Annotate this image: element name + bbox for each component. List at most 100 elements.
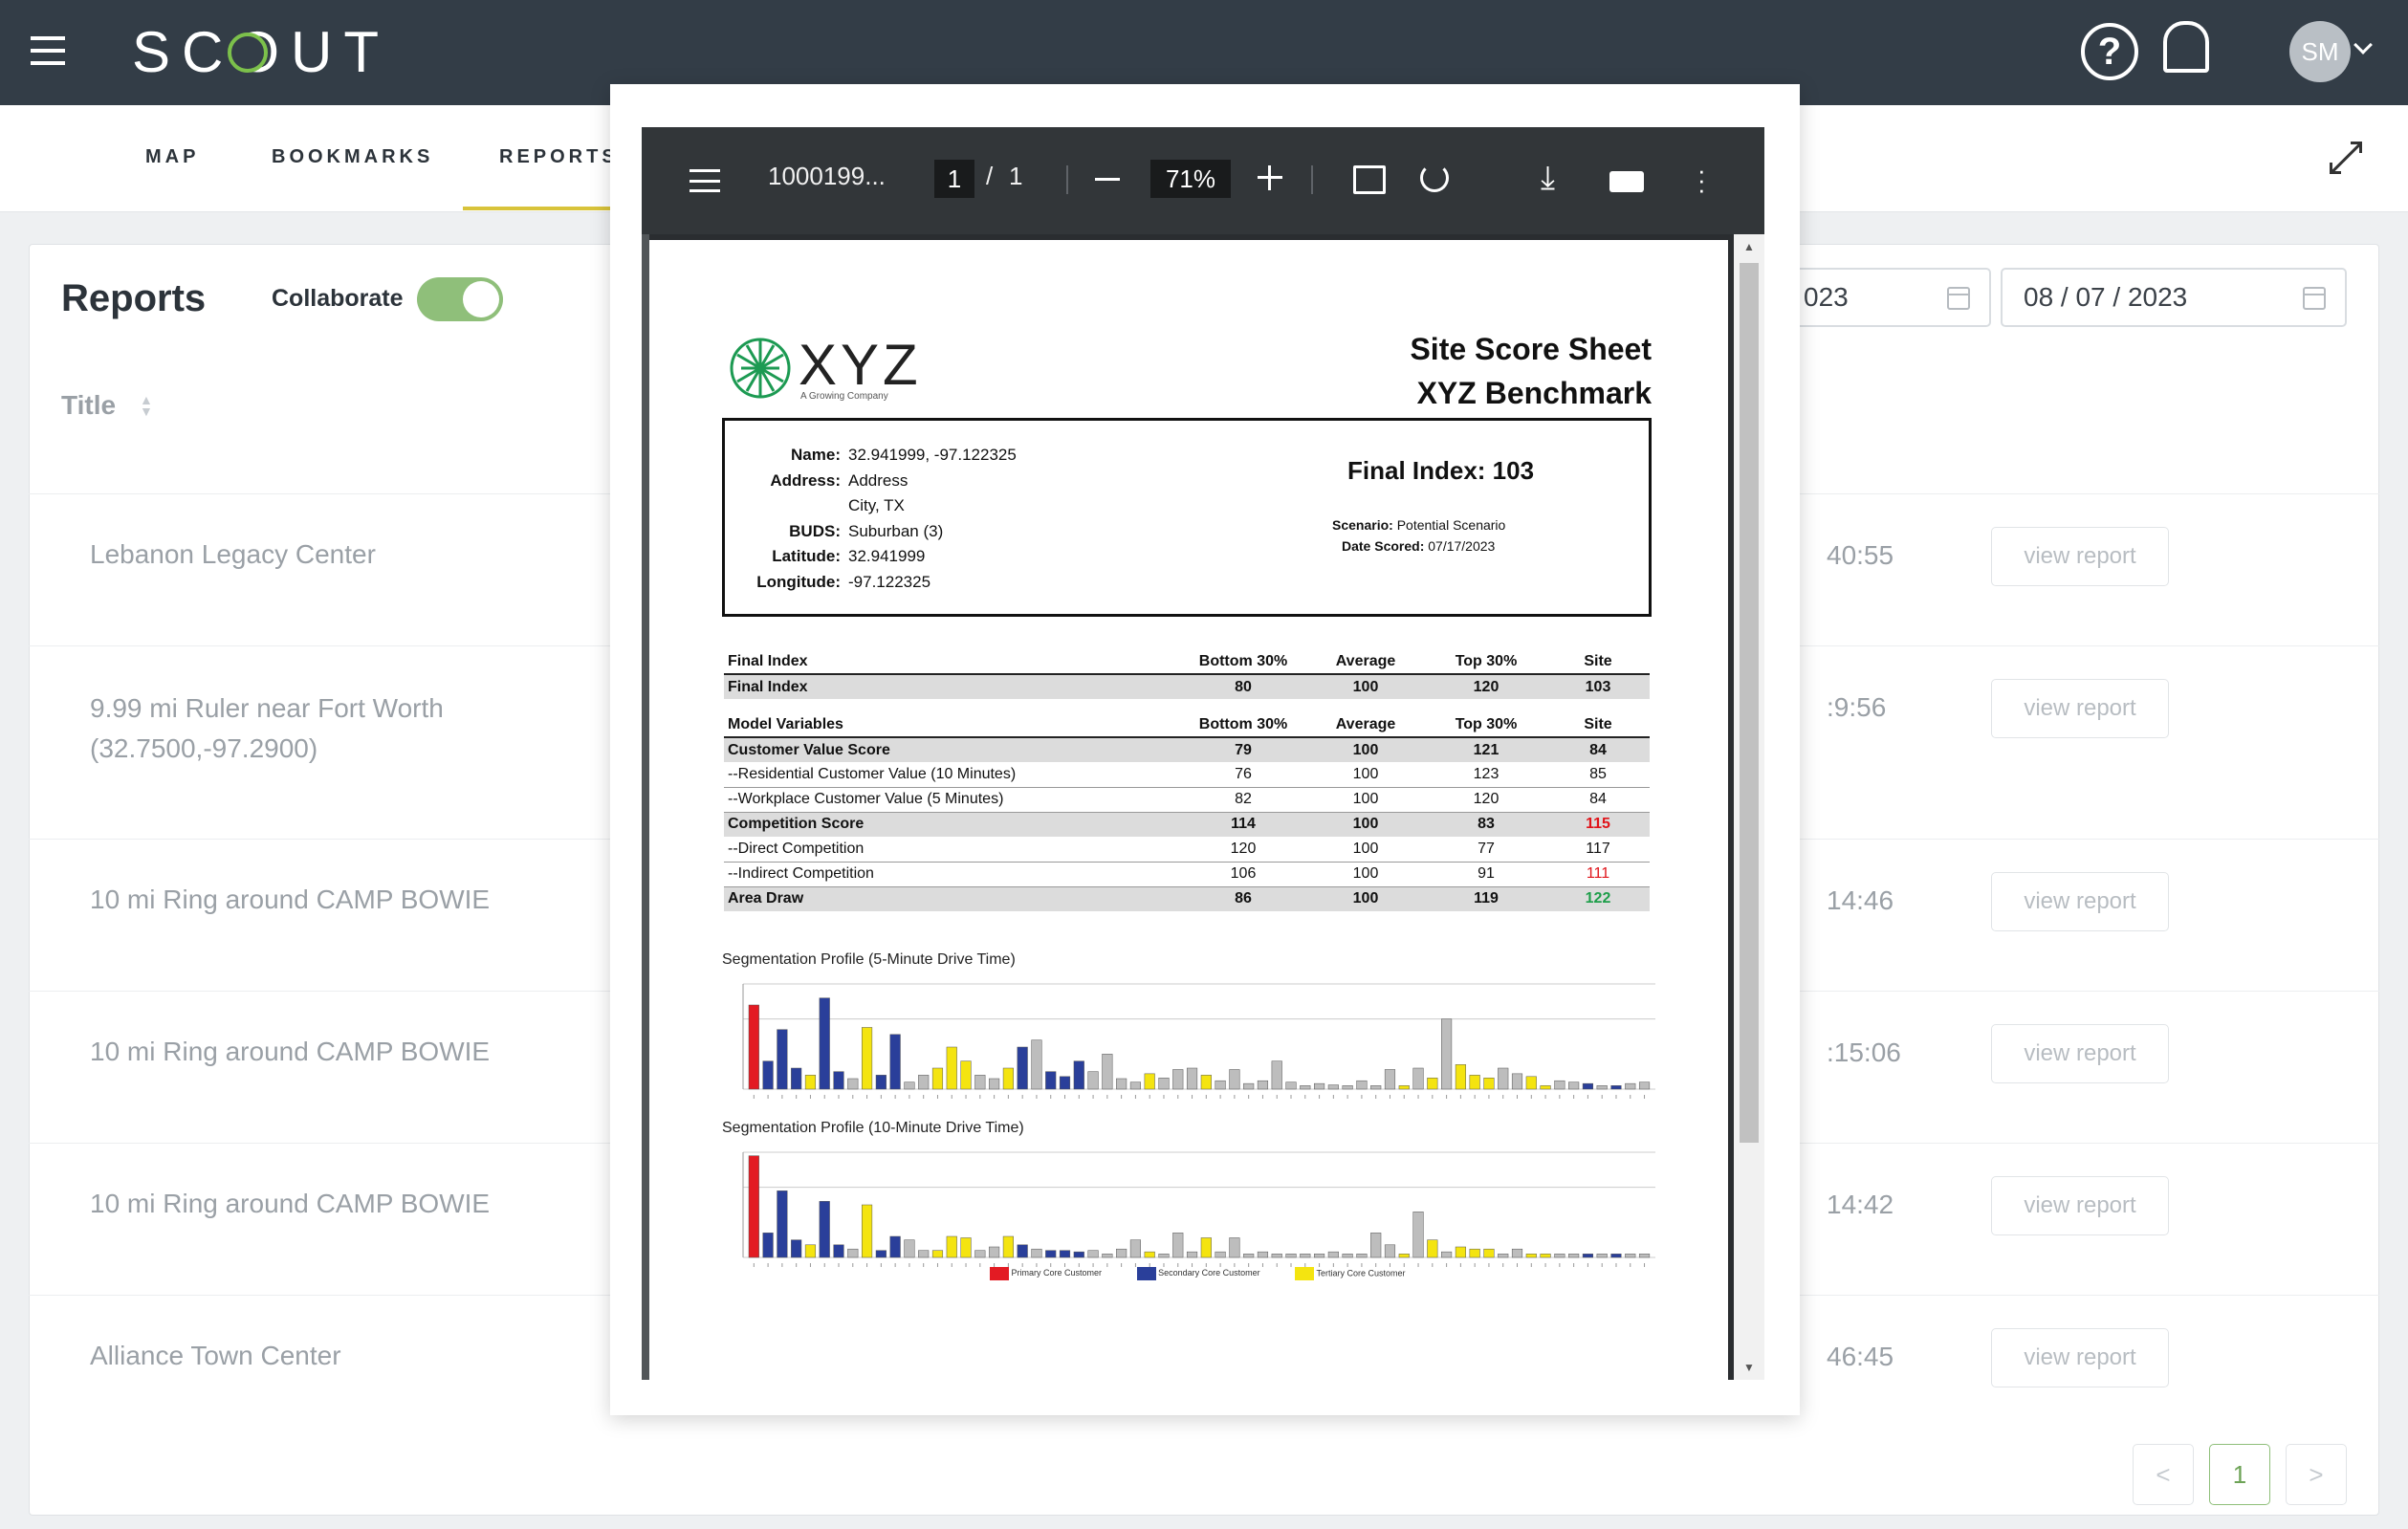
pagination-next[interactable]: > <box>2286 1444 2347 1505</box>
row-title[interactable]: 10 mi Ring around CAMP BOWIE <box>90 880 490 920</box>
pdf-scrollbar[interactable]: ▲ ▼ <box>1734 234 1764 1380</box>
row-title[interactable]: Lebanon Legacy Center <box>90 535 376 575</box>
collaborate-toggle[interactable] <box>417 277 503 321</box>
chart-bar <box>1625 1082 1636 1090</box>
chart-bar <box>960 1237 972 1258</box>
chart-bar <box>1398 1254 1410 1258</box>
chart-bar <box>1158 1078 1170 1090</box>
chart-bar <box>1483 1248 1495 1258</box>
chart-bar <box>1200 1237 1212 1258</box>
scroll-up-arrow[interactable]: ▲ <box>1743 240 1755 253</box>
view-report-button[interactable]: view report <box>1991 1176 2169 1235</box>
scenario-line: Scenario: Potential Scenario <box>1332 517 1505 533</box>
tab-bookmarks[interactable]: BOOKMARKS <box>272 105 433 210</box>
chart-bar <box>1285 1254 1297 1258</box>
row-title[interactable]: Alliance Town Center <box>90 1336 341 1376</box>
chart-bar <box>1087 1071 1099 1090</box>
avatar[interactable]: SM <box>2289 21 2351 82</box>
print-icon[interactable] <box>1609 171 1644 192</box>
chart-bar <box>1554 1080 1565 1090</box>
cell: 106 <box>1181 862 1305 887</box>
chart-bar <box>1045 1071 1057 1090</box>
row-title[interactable]: 9.99 mi Ruler near Fort Worth (32.7500,-… <box>90 688 492 769</box>
tab-map[interactable]: MAP <box>145 105 199 210</box>
cell: 120 <box>1426 787 1546 813</box>
chart-bar <box>918 1075 930 1090</box>
chart-bar <box>1384 1244 1396 1258</box>
chart-bar <box>777 1029 788 1090</box>
cell: 79 <box>1181 737 1305 762</box>
sidebar-menu-icon[interactable] <box>690 169 720 192</box>
download-icon[interactable]: ⤓ <box>1541 162 1555 194</box>
chart-bar <box>1412 1212 1424 1258</box>
row-label: --Workplace Customer Value (5 Minutes) <box>724 787 1181 813</box>
chart-bar <box>1285 1081 1297 1090</box>
help-icon[interactable]: ? <box>2081 23 2138 80</box>
chart-bar <box>1582 1254 1593 1258</box>
pdf-filename: 1000199... <box>768 162 886 190</box>
page-title: Reports <box>61 277 207 319</box>
chart-bar <box>762 1233 774 1258</box>
cell: 77 <box>1426 837 1546 863</box>
zoom-in-icon[interactable] <box>1258 165 1282 190</box>
date-from-field[interactable]: 023 <box>1781 268 1991 327</box>
calendar-icon[interactable] <box>2303 287 2326 310</box>
chart-bar <box>1384 1069 1396 1090</box>
scroll-down-arrow[interactable]: ▼ <box>1743 1361 1755 1374</box>
logo-crosshair-icon <box>228 33 268 73</box>
chart-bar <box>1314 1082 1325 1090</box>
chart-bar <box>1116 1248 1127 1258</box>
hamburger-menu-icon[interactable] <box>31 36 65 65</box>
sort-icon[interactable]: ▲ ▼ <box>140 393 153 418</box>
column-header-title[interactable]: Title <box>61 390 116 421</box>
chart-bar <box>1229 1069 1240 1090</box>
chart-bar <box>1243 1254 1255 1258</box>
row-label: --Residential Customer Value (10 Minutes… <box>724 762 1181 788</box>
view-report-button[interactable]: view report <box>1991 527 2169 586</box>
expand-icon[interactable] <box>2330 142 2362 174</box>
legend-swatch <box>990 1267 1009 1280</box>
col-header: Bottom 30% <box>1181 649 1305 675</box>
row-title[interactable]: 10 mi Ring around CAMP BOWIE <box>90 1184 490 1224</box>
chart-bar <box>1638 1254 1651 1258</box>
chart-bar <box>1257 1251 1269 1258</box>
pagination-current[interactable]: 1 <box>2209 1444 2270 1505</box>
site-info-values: 32.941999, -97.122325 Address City, TX S… <box>848 443 1017 595</box>
cell: 76 <box>1181 762 1305 788</box>
chart-bar <box>1059 1076 1071 1090</box>
chart-bar <box>989 1078 1000 1090</box>
page-separator: / <box>986 162 994 190</box>
chart-bar <box>1158 1254 1170 1258</box>
date-to-value: 08 / 07 / 2023 <box>2024 282 2188 312</box>
row-time: 14:42 <box>1827 1190 1894 1219</box>
chevron-down-icon[interactable] <box>2353 35 2373 55</box>
more-options-icon[interactable]: · · · <box>1697 158 1706 202</box>
chart-bar <box>1271 1060 1282 1090</box>
chart-bar <box>989 1246 1000 1258</box>
zoom-level-input[interactable]: 71% <box>1150 160 1231 198</box>
rotate-icon[interactable] <box>1420 164 1449 192</box>
zoom-out-icon[interactable] <box>1095 178 1120 181</box>
chart-bar <box>946 1235 957 1258</box>
notification-bell-icon[interactable] <box>2163 21 2209 73</box>
chart-bar <box>1498 1254 1509 1258</box>
view-report-button[interactable]: view report <box>1991 679 2169 738</box>
chart-bar <box>1045 1250 1057 1258</box>
row-title[interactable]: 10 mi Ring around CAMP BOWIE <box>90 1032 490 1072</box>
cell: 85 <box>1546 762 1650 788</box>
chart-bar <box>791 1239 802 1258</box>
date-scored-label: Date Scored: <box>1342 538 1425 554</box>
row-time: 14:46 <box>1827 885 1894 915</box>
date-to-field[interactable]: 08 / 07 / 2023 <box>2001 268 2347 327</box>
row-label: --Indirect Competition <box>724 862 1181 887</box>
scrollbar-thumb[interactable] <box>1740 263 1759 1143</box>
page-number-input[interactable]: 1 <box>934 160 974 198</box>
fit-page-icon[interactable] <box>1353 165 1386 194</box>
tab-reports[interactable]: REPORTS <box>499 105 619 210</box>
pagination-prev[interactable]: < <box>2133 1444 2194 1505</box>
view-report-button[interactable]: view report <box>1991 872 2169 931</box>
view-report-button[interactable]: view report <box>1991 1328 2169 1387</box>
view-report-button[interactable]: view report <box>1991 1024 2169 1083</box>
chart-bar <box>1116 1078 1127 1090</box>
calendar-icon[interactable] <box>1947 287 1970 310</box>
